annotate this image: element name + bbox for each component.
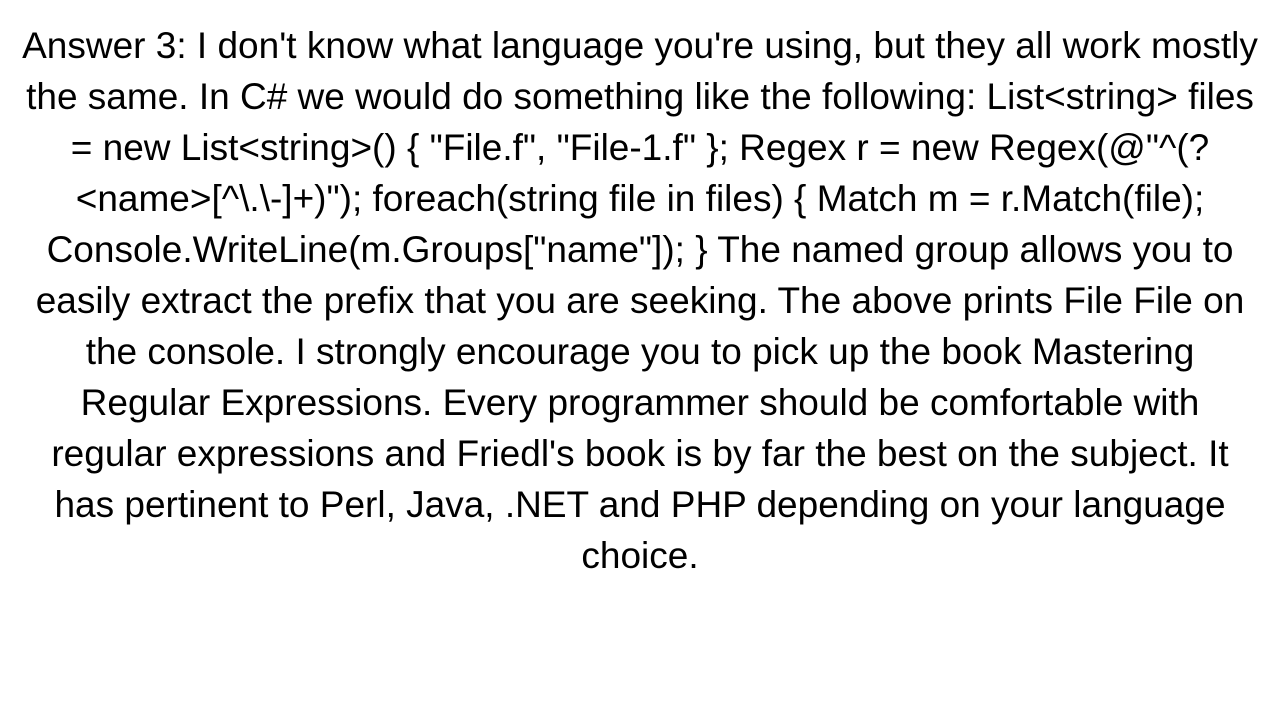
answer-text: Answer 3: I don't know what language you…: [10, 0, 1270, 582]
